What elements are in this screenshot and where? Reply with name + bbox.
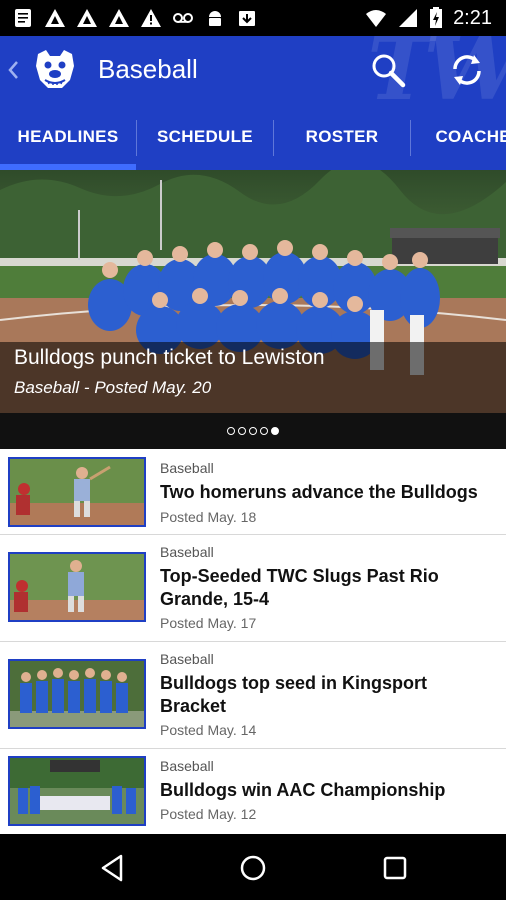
battery-icon (429, 7, 443, 29)
search-icon[interactable] (370, 52, 406, 88)
news-thumbnail (8, 457, 146, 527)
item-headline: Top-Seeded TWC Slugs Past Rio Grande, 15… (160, 566, 439, 609)
clock: 2:21 (453, 6, 492, 29)
app-bar: TW Baseball (0, 36, 506, 104)
back-chevron-icon[interactable] (6, 56, 20, 84)
item-date: Posted May. 14 (160, 722, 257, 738)
featured-story-carousel[interactable]: Bulldogs punch ticket to Lewiston Baseba… (0, 170, 506, 413)
featured-caption: Bulldogs punch ticket to Lewiston Baseba… (0, 342, 506, 413)
android-icon (204, 7, 226, 29)
headline-list: Baseball Two homeruns advance the Bulldo… (0, 449, 506, 834)
page-title: Baseball (98, 54, 198, 84)
app-icon (108, 7, 130, 29)
item-headline: Two homeruns advance the Bulldogs (160, 482, 478, 502)
item-date: Posted May. 17 (160, 615, 257, 631)
item-category: Baseball (160, 544, 214, 560)
list-item[interactable]: Baseball Top-Seeded TWC Slugs Past Rio G… (0, 534, 506, 642)
featured-headline[interactable]: Bulldogs punch ticket to Lewiston (14, 346, 325, 370)
tab-bar: HEADLINES SCHEDULE ROSTER COACHES (0, 104, 506, 170)
voicemail-icon (172, 7, 194, 29)
pager-dot[interactable] (227, 427, 235, 435)
tab-coaches[interactable]: COACHES (411, 104, 506, 170)
refresh-icon[interactable] (448, 52, 486, 88)
notes-icon (12, 7, 34, 29)
wifi-icon (365, 7, 387, 29)
item-category: Baseball (160, 758, 214, 774)
carousel-pager (0, 413, 506, 449)
item-date: Posted May. 12 (160, 806, 257, 822)
warning-icon (140, 7, 162, 29)
bulldog-logo-icon[interactable] (32, 46, 78, 92)
signal-icon (397, 7, 419, 29)
item-category: Baseball (160, 460, 214, 476)
pager-dot-active[interactable] (271, 427, 279, 435)
system-nav-bar (0, 834, 506, 900)
pager-dot[interactable] (260, 427, 268, 435)
pager-dot[interactable] (238, 427, 246, 435)
tab-headlines[interactable]: HEADLINES (0, 104, 136, 170)
news-thumbnail (8, 756, 146, 826)
app-icon (76, 7, 98, 29)
app-icon (44, 7, 66, 29)
featured-meta: Baseball - Posted May. 20 (14, 378, 212, 397)
pager-dot[interactable] (249, 427, 257, 435)
tab-schedule[interactable]: SCHEDULE (137, 104, 273, 170)
news-thumbnail (8, 659, 146, 729)
download-icon (236, 7, 258, 29)
list-item[interactable]: Baseball Two homeruns advance the Bulldo… (0, 449, 506, 535)
home-icon[interactable] (237, 852, 269, 884)
status-bar: 2:21 (0, 0, 506, 36)
list-item[interactable]: Baseball Bulldogs win AAC Championship P… (0, 748, 506, 834)
item-headline: Bulldogs top seed in Kingsport Bracket (160, 673, 427, 716)
list-item[interactable]: Baseball Bulldogs top seed in Kingsport … (0, 641, 506, 749)
back-icon[interactable] (97, 852, 129, 884)
item-headline: Bulldogs win AAC Championship (160, 780, 446, 800)
tab-roster[interactable]: ROSTER (274, 104, 410, 170)
news-thumbnail (8, 552, 146, 622)
item-date: Posted May. 18 (160, 509, 257, 525)
item-category: Baseball (160, 651, 214, 667)
recents-icon[interactable] (379, 852, 411, 884)
